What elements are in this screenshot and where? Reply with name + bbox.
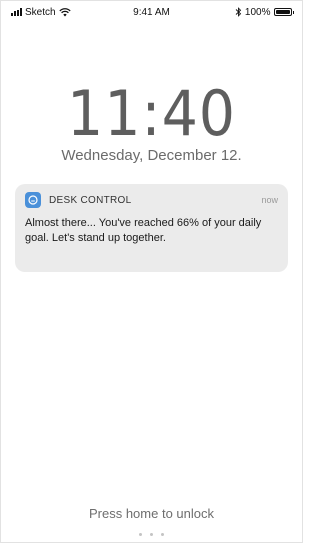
- page-indicator[interactable]: [1, 533, 302, 536]
- page-dot: [139, 533, 142, 536]
- battery-fill: [275, 10, 290, 14]
- unlock-hint: Press home to unlock: [88, 506, 214, 521]
- lock-clock: 11:40: [67, 77, 236, 150]
- notification-card[interactable]: DESK CONTROL now Almost there... You've …: [15, 184, 288, 272]
- notification-app-name: DESK CONTROL: [49, 194, 132, 206]
- signal-icon: [11, 8, 22, 16]
- bluetooth-icon: [235, 7, 242, 17]
- lock-screen: Sketch 9:41 AM 100% 11:40 Wednesday, Dec…: [0, 0, 303, 543]
- lock-date: Wednesday, December 12.: [61, 147, 242, 164]
- notification-message: Almost there... You've reached 66% of yo…: [25, 217, 262, 244]
- notification-time: now: [261, 195, 278, 205]
- status-bar-right: 100%: [235, 7, 294, 18]
- carrier-name: Sketch: [25, 6, 56, 18]
- status-bar-left: Sketch: [11, 7, 71, 18]
- wifi-icon: [58, 8, 71, 17]
- battery-percent: 100%: [244, 6, 271, 18]
- page-dot: [150, 533, 153, 536]
- status-bar: Sketch 9:41 AM 100%: [1, 1, 302, 23]
- page-dot: [161, 533, 164, 536]
- notification-header: DESK CONTROL now: [15, 184, 288, 216]
- desk-control-app-icon: [25, 192, 41, 208]
- battery-icon: [273, 8, 294, 16]
- desk-control-glyph-icon: [28, 195, 38, 205]
